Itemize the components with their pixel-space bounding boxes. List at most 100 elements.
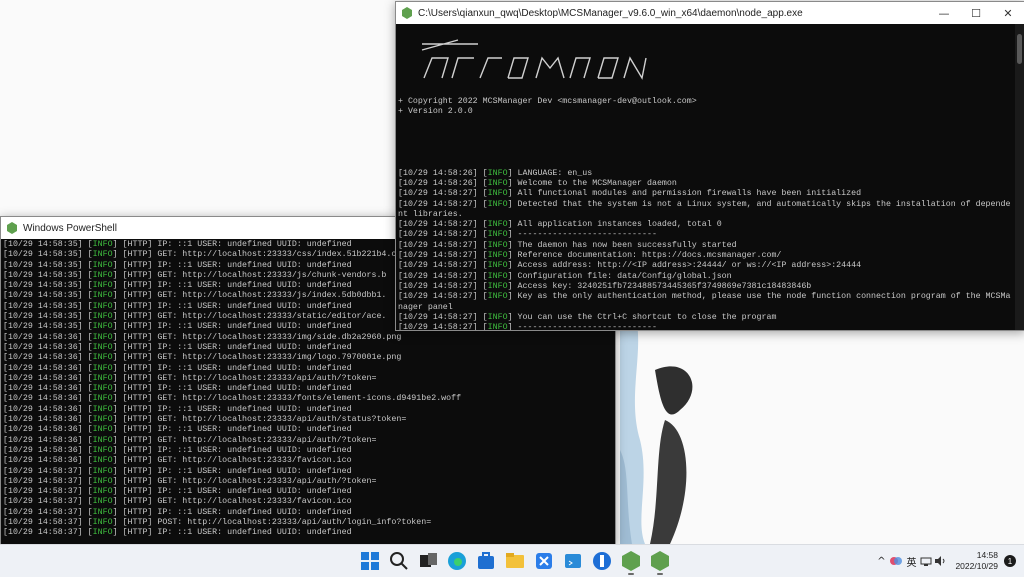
app-blue-icon	[593, 552, 611, 570]
clock-time: 14:58	[976, 550, 998, 560]
daemon-title: C:\Users\qianxun_qwq\Desktop\MCSManager_…	[418, 7, 803, 19]
taskbar-task-view-button[interactable]	[416, 549, 440, 573]
log-message: [HTTP] IP: ::1 USER: undefined UUID: und…	[122, 487, 352, 497]
volume-icon[interactable]	[933, 555, 947, 567]
log-message: [HTTP] IP: ::1 USER: undefined UUID: und…	[122, 301, 352, 311]
log-line: [10/29 14:58:37] [INFO] [HTTP] IP: ::1 U…	[3, 466, 352, 476]
log-message: [HTTP] GET: http://localhost:23333/stati…	[122, 312, 387, 322]
log-message: [HTTP] GET: http://localhost:23333/api/a…	[122, 476, 377, 486]
log-message: [HTTP] GET: http://localhost:23333/js/in…	[122, 291, 387, 301]
taskbar-feedback-button[interactable]	[532, 549, 556, 573]
log-line: [10/29 14:58:37] [INFO] [HTTP] GET: http…	[3, 476, 377, 486]
close-button[interactable]: ✕	[992, 2, 1024, 24]
log-level: INFO	[92, 291, 113, 301]
log-level: INFO	[92, 445, 113, 455]
daemon-titlebar[interactable]: C:\Users\qianxun_qwq\Desktop\MCSManager_…	[396, 2, 1024, 24]
daemon-console-output[interactable]: + Copyright 2022 MCSManager Dev <mcsmana…	[396, 24, 1014, 330]
log-timestamp: [10/29 14:58:35]	[3, 322, 88, 332]
log-timestamp: [10/29 14:58:37]	[3, 497, 88, 507]
log-timestamp: [10/29 14:58:36]	[3, 394, 88, 404]
taskbar: ^ 英 14:58 2022/10/29 1	[0, 544, 1024, 577]
minimize-button[interactable]: —	[928, 2, 960, 24]
log-message: ----------------------------	[517, 230, 657, 240]
log-line: [10/29 14:58:36] [INFO] [HTTP] IP: ::1 U…	[3, 404, 352, 414]
terminal-icon	[565, 554, 581, 568]
network-icon[interactable]	[919, 555, 933, 567]
log-message: [HTTP] GET: http://localhost:23333/api/a…	[122, 415, 407, 425]
log-line: [10/29 14:58:36] [INFO] [HTTP] GET: http…	[3, 435, 377, 445]
log-message: [HTTP] GET: http://localhost:23333/favic…	[122, 456, 352, 466]
taskbar-search-button[interactable]	[387, 549, 411, 573]
feedback-icon	[536, 553, 552, 569]
log-timestamp: [10/29 14:58:36]	[3, 445, 88, 455]
log-message: Configuration file: data/Config/global.j…	[517, 271, 732, 281]
log-timestamp: [10/29 14:58:27]	[398, 230, 483, 240]
ime-indicator[interactable]: 英	[904, 554, 918, 569]
taskbar-node-app-button[interactable]	[619, 549, 643, 575]
log-level: INFO	[92, 507, 113, 517]
log-timestamp: [10/29 14:58:37]	[3, 518, 88, 528]
log-message: [HTTP] IP: ::1 USER: undefined UUID: und…	[122, 404, 352, 414]
log-message: The daemon has now been successfully sta…	[517, 240, 737, 250]
log-level: INFO	[487, 261, 508, 271]
log-level: INFO	[487, 168, 508, 178]
copilot-tray-icon[interactable]	[889, 555, 903, 567]
log-level: INFO	[92, 384, 113, 394]
log-message: LANGUAGE: en_us	[517, 168, 593, 178]
log-timestamp: [10/29 14:58:36]	[3, 425, 88, 435]
scrollbar-thumb[interactable]	[1017, 34, 1022, 64]
log-timestamp: [10/29 14:58:36]	[3, 456, 88, 466]
log-timestamp: [10/29 14:58:37]	[3, 487, 88, 497]
log-line: [10/29 14:58:26] [INFO] LANGUAGE: en_us	[398, 168, 593, 178]
log-line: [10/29 14:58:26] [INFO] Welcome to the M…	[398, 178, 677, 188]
maximize-button[interactable]: ☐	[960, 2, 992, 24]
log-timestamp: [10/29 14:58:35]	[3, 260, 88, 270]
log-line: [10/29 14:58:27] [INFO] All application …	[398, 220, 722, 230]
log-timestamp: [10/29 14:58:36]	[3, 373, 88, 383]
daemon-scrollbar[interactable]	[1015, 24, 1024, 330]
log-timestamp: [10/29 14:58:37]	[3, 507, 88, 517]
log-level: INFO	[92, 415, 113, 425]
log-message: [HTTP] GET: http://localhost:23333/api/a…	[122, 373, 377, 383]
log-line: [10/29 14:58:36] [INFO] [HTTP] IP: ::1 U…	[3, 425, 352, 435]
task-view-icon	[420, 553, 437, 567]
log-level: INFO	[92, 476, 113, 486]
log-message: You can use the Ctrl+C shortcut to close…	[517, 312, 777, 322]
log-line: [10/29 14:58:27] [INFO] You can use the …	[398, 312, 777, 322]
log-message: [HTTP] IP: ::1 USER: undefined UUID: und…	[122, 342, 352, 352]
log-timestamp: [10/29 14:58:35]	[3, 312, 88, 322]
log-timestamp: [10/29 14:58:27]	[398, 199, 483, 209]
node-app-icon	[7, 222, 17, 234]
taskbar-store-button[interactable]	[474, 549, 498, 573]
log-timestamp: [10/29 14:58:27]	[398, 292, 483, 302]
taskbar-node-app-button[interactable]	[648, 549, 672, 575]
log-message: All application instances loaded, total …	[517, 220, 722, 230]
taskbar-app-blue-button[interactable]	[590, 549, 614, 573]
file-explorer-icon	[506, 553, 524, 568]
daemon-console-window[interactable]: C:\Users\qianxun_qwq\Desktop\MCSManager_…	[395, 1, 1024, 331]
notification-badge[interactable]: 1	[1004, 555, 1016, 567]
log-level: INFO	[487, 178, 508, 188]
log-level: INFO	[92, 394, 113, 404]
log-message: [HTTP] GET: http://localhost:23333/img/l…	[122, 353, 402, 363]
log-timestamp: [10/29 14:58:35]	[3, 281, 88, 291]
system-tray: ^ 英 14:58 2022/10/29 1	[873, 545, 1024, 577]
log-line: [10/29 14:58:27] [INFO] Access address: …	[398, 261, 862, 271]
taskbar-file-explorer-button[interactable]	[503, 549, 527, 573]
show-hidden-icons-button[interactable]: ^	[874, 556, 888, 567]
log-line: [10/29 14:58:27] [INFO] All functional m…	[398, 189, 862, 199]
windows-start-icon	[361, 552, 379, 570]
log-line: [10/29 14:58:36] [INFO] [HTTP] GET: http…	[3, 332, 402, 342]
log-timestamp: [10/29 14:58:36]	[3, 384, 88, 394]
log-level: INFO	[92, 456, 113, 466]
wallpaper-character-art	[620, 300, 693, 544]
taskbar-terminal-button[interactable]	[561, 549, 585, 573]
taskbar-edge-button[interactable]	[445, 549, 469, 573]
clock[interactable]: 14:58 2022/10/29	[955, 550, 998, 572]
log-message: [HTTP] GET: http://localhost:23333/fonts…	[122, 394, 462, 404]
log-timestamp: [10/29 14:58:37]	[3, 476, 88, 486]
taskbar-windows-start-button[interactable]	[358, 549, 382, 573]
mcsmanager-ascii-logo	[421, 39, 647, 81]
log-timestamp: [10/29 14:58:27]	[398, 189, 483, 199]
copyright-line: + Version 2.0.0	[398, 107, 473, 117]
